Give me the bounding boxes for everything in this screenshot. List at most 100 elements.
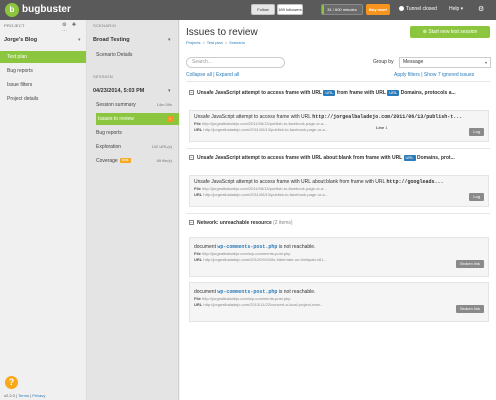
issue-card[interactable]: Unsafe JavaScript attempt to access fram… xyxy=(189,110,489,142)
issue-group-header[interactable]: − Unsafe JavaScript attempt to access fra… xyxy=(189,155,489,161)
help-icon[interactable]: ? xyxy=(5,376,18,389)
tunnel-status-icon xyxy=(399,6,404,11)
breadcrumb: Projects > Test plan > Scenario xyxy=(186,40,245,45)
start-new-test-session-button[interactable]: ⊕ Start new test session xyxy=(410,26,490,38)
broken-link-button[interactable]: Broken link xyxy=(456,260,484,268)
issue-url: URL http://jorgealbaladejo.com/2011/06/1… xyxy=(194,192,329,197)
top-bar: b bugbuster Follow 189 followers 31 / 60… xyxy=(0,0,496,20)
main-content: Issues to review Projects > Test plan > Scen… xyxy=(180,20,496,400)
scenario-panel: SCENARIO Broad Testing ▾ Scenario Detail… xyxy=(87,20,179,400)
sidebar-item-issue-filters[interactable]: Issue filters xyxy=(0,79,86,91)
issue-count: (2 items) xyxy=(273,220,293,226)
breadcrumb-projects[interactable]: Projects xyxy=(186,40,200,45)
divider xyxy=(186,213,490,214)
file-count: 89 file(s) xyxy=(156,158,172,163)
issue-url: URL http://jorgealbaladejo.com/2011/06/1… xyxy=(194,127,329,132)
issue-file: File http://jorgealbaladejo.com/2011/06/… xyxy=(194,186,327,191)
chevron-down-icon[interactable]: ▾ xyxy=(168,88,171,94)
breadcrumb-scenario[interactable]: Scenario xyxy=(229,40,245,45)
search-input[interactable]: Search... xyxy=(186,57,285,68)
logo-text: bugbuster xyxy=(22,4,71,15)
divider xyxy=(186,148,490,149)
followers-count[interactable]: 189 followers xyxy=(277,4,303,15)
session-item-summary[interactable]: Session summary 14m 59s xyxy=(96,99,179,111)
help-menu[interactable]: Help ▾ xyxy=(449,5,463,14)
url-count: 102 URL(s) xyxy=(151,144,172,149)
sidebar-item-test-plan[interactable]: Test plan xyxy=(0,51,86,63)
page-title: Issues to review xyxy=(186,27,258,38)
bugbuster-logo[interactable]: b bugbuster xyxy=(5,3,75,17)
issue-file: File http://jorgealbaladejo.com/2011/06/… xyxy=(194,121,327,126)
issue-group-title-part: from frame with URL xyxy=(336,90,386,96)
group-by-value: Message xyxy=(403,59,424,65)
issue-group-title: Unsafe JavaScript attempt to access fram… xyxy=(197,155,403,161)
expand-all-link[interactable]: Expand all xyxy=(216,72,239,78)
minutes-usage-fill xyxy=(322,5,324,14)
scenario-details-link[interactable]: Scenario Details xyxy=(96,49,179,61)
session-item-label: Issues to review xyxy=(98,116,134,122)
version-label: v2.2.0 xyxy=(4,393,15,398)
url-tag: URL xyxy=(323,90,336,96)
gear-icon[interactable]: ⚙ xyxy=(478,5,484,14)
collapse-toggle-icon[interactable]: − xyxy=(189,90,194,95)
terms-link[interactable]: Terms xyxy=(18,393,29,398)
project-sidebar: PROJECT ⚙ ✚ ⋯ Jorge's Blog ▾ Test plan B… xyxy=(0,20,87,400)
session-duration: 14m 59s xyxy=(156,102,172,107)
chevron-down-icon[interactable]: ▾ xyxy=(78,37,81,43)
issue-card[interactable]: document wp-comments-post.php is not rea… xyxy=(189,282,489,322)
issue-group-title-part: Domains, prot... xyxy=(416,155,455,161)
privacy-link[interactable]: Privacy xyxy=(32,393,45,398)
collapse-toggle-icon[interactable]: − xyxy=(189,220,194,225)
collapse-toggle-icon[interactable]: − xyxy=(189,155,194,160)
issue-line-number: Line 1 xyxy=(376,125,388,130)
session-item-bug-reports[interactable]: Bug reports xyxy=(96,127,179,139)
warning-badge-icon: ! xyxy=(167,116,173,122)
beta-badge: beta xyxy=(119,158,131,163)
issue-message: Unsafe JavaScript attempt to access fram… xyxy=(194,179,444,185)
sidebar-item-project-details[interactable]: Project details xyxy=(0,93,86,105)
issue-file: File http://jorgealbaladejo.com/wp-comme… xyxy=(194,251,291,256)
collapse-expand-links: Collapse all | Expand all xyxy=(186,72,240,78)
buy-now-button[interactable]: Buy now! xyxy=(366,4,390,15)
scenario-section-label: SCENARIO xyxy=(93,23,117,28)
project-section-label: PROJECT xyxy=(4,23,25,28)
issue-url: URL http://jorgealbaladejo.com/2013/11/2… xyxy=(194,302,324,307)
breadcrumb-test-plan[interactable]: Test plan xyxy=(207,40,223,45)
collapse-all-link[interactable]: Collapse all xyxy=(186,72,212,78)
chevron-down-icon: ▾ xyxy=(484,60,487,65)
broken-link-button[interactable]: Broken link xyxy=(456,305,484,313)
issue-group-header[interactable]: − Unsafe JavaScript attempt to access fra… xyxy=(189,90,489,96)
tunnel-status[interactable]: Tunnel closed xyxy=(399,5,437,14)
issue-file: File http://jorgealbaladejo.com/wp-comme… xyxy=(194,296,291,301)
issue-url: URL http://jorgealbaladejo.com/2012/09/1… xyxy=(194,257,327,262)
filter-links: Apply filters | Show 7 ignored issues xyxy=(394,72,475,78)
apply-filters-link[interactable]: Apply filters xyxy=(394,72,420,78)
issue-group-title: Network: unreachable resource xyxy=(197,220,272,226)
issue-message: document wp-comments-post.php is not rea… xyxy=(194,244,316,250)
issue-group-title: Unsafe JavaScript attempt to access fram… xyxy=(197,90,322,96)
issue-card[interactable]: Unsafe JavaScript attempt to access fram… xyxy=(189,175,489,207)
session-item-exploration[interactable]: Exploration 102 URL(s) xyxy=(96,141,179,153)
log-button[interactable]: Log xyxy=(469,128,484,136)
issue-card[interactable]: document wp-comments-post.php is not rea… xyxy=(189,237,489,277)
issue-message: Unsafe JavaScript attempt to access fram… xyxy=(194,114,463,120)
scenario-name[interactable]: Broad Testing xyxy=(93,37,130,43)
session-item-label: Exploration xyxy=(96,144,122,150)
log-button[interactable]: Log xyxy=(469,193,484,201)
sidebar-item-bug-reports[interactable]: Bug reports xyxy=(0,65,86,77)
twitter-follow-button[interactable]: Follow xyxy=(251,4,275,15)
show-ignored-link[interactable]: Show 7 ignored issues xyxy=(424,72,474,78)
group-by-select[interactable]: Message ▾ xyxy=(399,57,491,68)
session-item-coverage[interactable]: Coverage beta 89 file(s) xyxy=(96,155,179,167)
session-item-issues-to-review[interactable]: Issues to review ! xyxy=(96,113,179,125)
divider xyxy=(186,81,490,82)
url-tag: URL xyxy=(403,155,416,161)
project-name[interactable]: Jorge's Blog xyxy=(4,37,37,43)
tunnel-status-label: Tunnel closed xyxy=(406,6,437,12)
session-date[interactable]: 04/23/2014, 5:03 PM xyxy=(93,88,144,94)
project-tools-icons[interactable]: ⚙ ✚ ⋯ xyxy=(62,22,86,34)
session-item-label: Coverage xyxy=(96,158,118,164)
chevron-down-icon[interactable]: ▾ xyxy=(168,37,171,43)
minutes-usage-text: 31 / 600 minutes xyxy=(327,7,357,12)
issue-group-header[interactable]: − Network: unreachable resource (2 items) xyxy=(189,220,489,226)
